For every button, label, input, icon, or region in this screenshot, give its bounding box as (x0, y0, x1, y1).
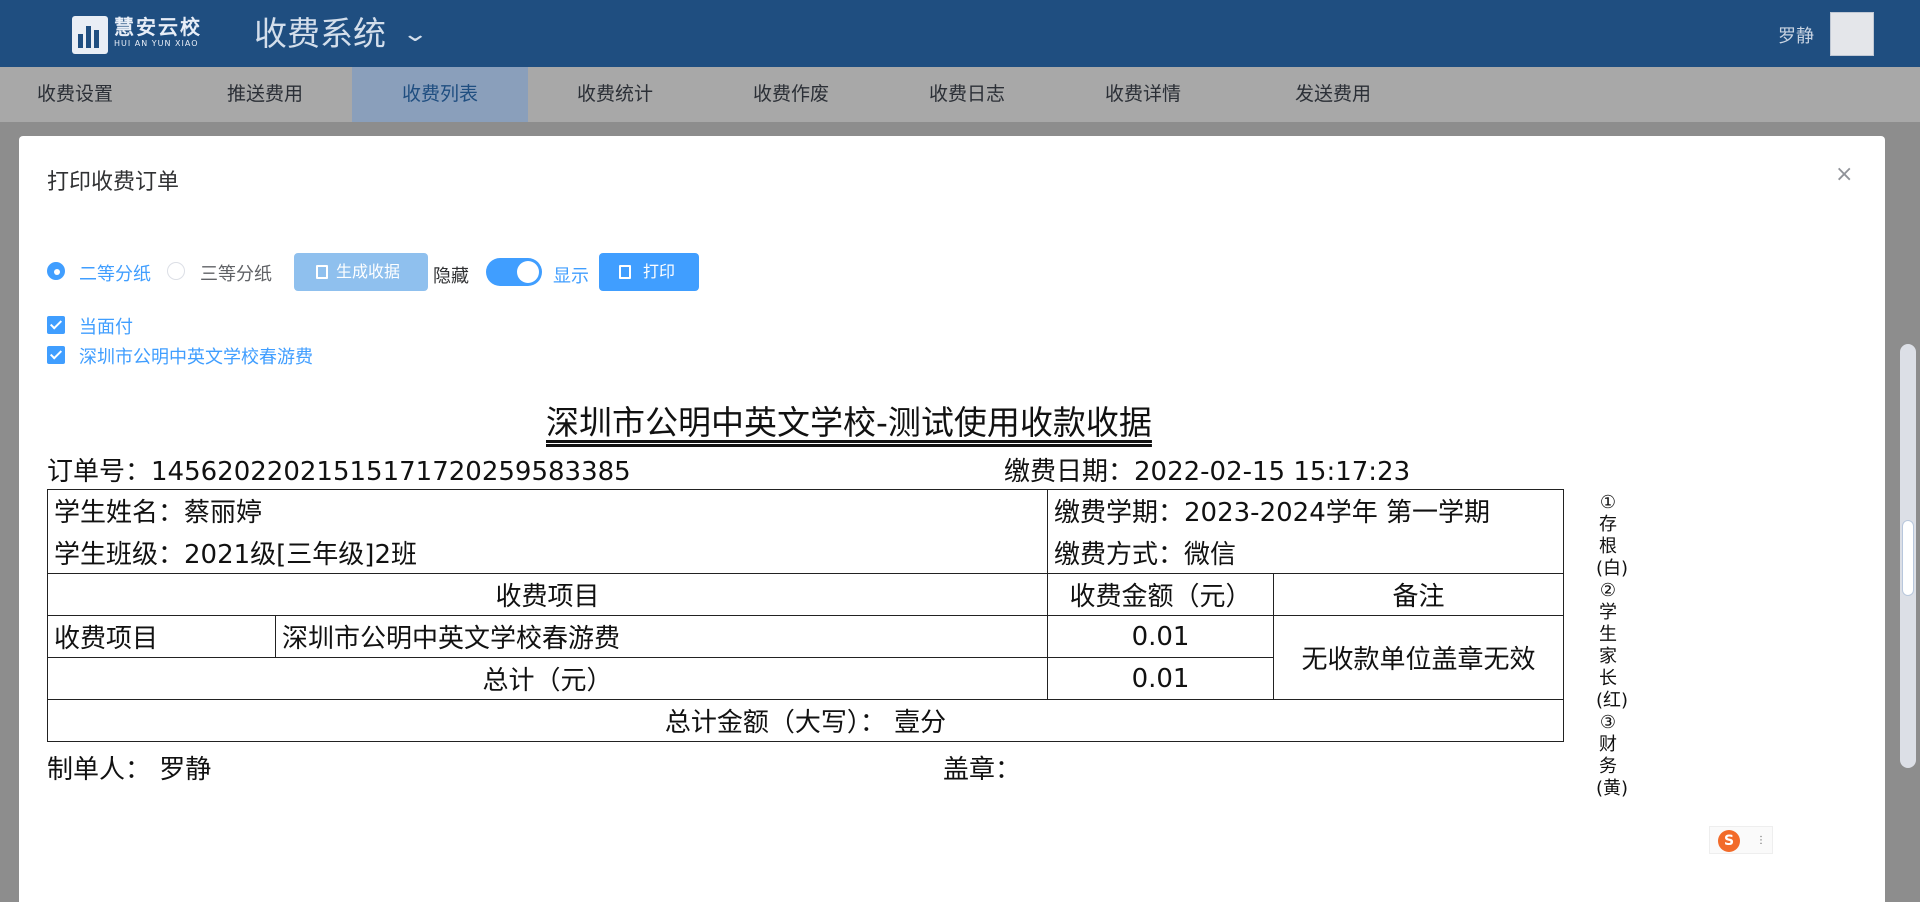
system-title[interactable]: 收费系统 (254, 14, 386, 54)
document-icon (316, 265, 328, 279)
header-fee-item: 收费项目 (46, 573, 1049, 616)
ime-toolbar[interactable]: S ⋮ (1709, 826, 1773, 854)
table-row: 学生姓名：蔡丽婷 缴费学期：2023-2024学年 第一学期 (46, 489, 1565, 532)
nav-item-send-fees[interactable]: 发送费用 (1258, 67, 1408, 122)
nav-item-fee-list[interactable]: 收费列表 (352, 67, 528, 122)
student-class: 学生班级：2021级[三年级]2班 (46, 531, 1049, 574)
logo-text: 慧安云校 HUI AN YUN XIAO (114, 15, 202, 49)
hide-label: 隐藏 (433, 266, 469, 287)
logo-icon (72, 16, 108, 54)
show-hide-toggle[interactable] (486, 258, 542, 286)
top-header: 慧安云校 HUI AN YUN XIAO 收费系统 ⌄ 罗静 (0, 0, 1920, 67)
logo-name: 慧安云校 (114, 15, 202, 39)
payment-date: 缴费日期：2022-02-15 15:17:23 (1004, 457, 1411, 487)
row-label: 收费项目 (47, 615, 276, 658)
scrollbar-thumb[interactable] (1902, 520, 1914, 596)
note-cell: 无收款单位盖章无效 (1273, 615, 1565, 700)
nav-item-fee-void[interactable]: 收费作废 (716, 67, 866, 122)
copies-note: ①存根(白)②学生家长(红)③财务(黄) (1596, 492, 1629, 799)
nav-item-fee-stats[interactable]: 收费统计 (540, 67, 690, 122)
row-fee-amount: 0.01 (1047, 615, 1275, 658)
avatar[interactable] (1830, 12, 1874, 56)
radio-three-split[interactable] (167, 262, 185, 280)
order-number: 订单号：14562022021515171720259583385 (47, 457, 631, 487)
nav-item-fee-log[interactable]: 收费日志 (892, 67, 1042, 122)
main-nav: 收费设置 推送费用 收费列表 收费统计 收费作废 收费日志 收费详情 发送费用 (0, 67, 1920, 122)
chevron-down-icon[interactable]: ⌄ (401, 22, 429, 47)
print-label: 打印 (643, 262, 676, 281)
table-row: 收费项目 收费金额（元） 备注 (46, 573, 1565, 616)
table-row: 总计金额（大写）： 壹分 (46, 699, 1565, 742)
printer-icon (619, 265, 631, 279)
receipt-stamp: 盖章： (943, 755, 1022, 785)
user-name[interactable]: 罗静 (1778, 22, 1814, 48)
radio-three-split-label[interactable]: 三等分纸 (200, 260, 272, 286)
nav-item-push-fees[interactable]: 推送费用 (190, 67, 340, 122)
row-fee-item: 深圳市公明中英文学校春游费 (274, 615, 1049, 658)
total-label: 总计（元） (46, 657, 1049, 700)
logo-name-en: HUI AN YUN XIAO (114, 39, 199, 48)
print-order-dialog: 打印收费订单 × 二等分纸 三等分纸 生成收据 隐藏 显示 打印 当面付 深圳市… (19, 136, 1885, 902)
checkbox-spring-trip-fee-label[interactable]: 深圳市公明中英文学校春游费 (79, 343, 313, 369)
receipt-title: 深圳市公明中英文学校-测试使用收款收据 (546, 403, 1152, 442)
nav-item-fee-detail[interactable]: 收费详情 (1068, 67, 1218, 122)
checkbox-pay-in-person-label[interactable]: 当面付 (79, 313, 133, 339)
dialog-title: 打印收费订单 (47, 170, 180, 195)
ime-logo-icon: S (1718, 830, 1740, 852)
table-row: 学生班级：2021级[三年级]2班 缴费方式：微信 (46, 531, 1565, 574)
total-amount: 0.01 (1047, 657, 1275, 700)
header-note: 备注 (1273, 573, 1565, 616)
toggle-knob (517, 261, 539, 283)
header-fee-amount: 收费金额（元） (1047, 573, 1275, 616)
nav-item-fee-settings[interactable]: 收费设置 (0, 67, 150, 122)
table-row: 收费项目 深圳市公明中英文学校春游费 0.01 无收款单位盖章无效 (47, 615, 1565, 700)
radio-two-split[interactable] (47, 262, 65, 280)
payment-term: 缴费学期：2023-2024学年 第一学期 (1047, 489, 1565, 532)
total-amount-upper: 总计金额（大写）： 壹分 (46, 699, 1565, 742)
checkbox-spring-trip-fee[interactable] (47, 346, 65, 364)
close-icon[interactable]: × (1835, 162, 1853, 187)
payment-method: 缴费方式：微信 (1047, 531, 1565, 574)
radio-two-split-label[interactable]: 二等分纸 (79, 260, 151, 286)
generate-receipt-label: 生成收据 (336, 262, 401, 281)
generate-receipt-button[interactable]: 生成收据 (294, 253, 428, 291)
student-name: 学生姓名：蔡丽婷 (46, 489, 1049, 532)
show-label: 显示 (553, 266, 589, 287)
checkbox-pay-in-person[interactable] (47, 316, 65, 334)
print-button[interactable]: 打印 (599, 253, 699, 291)
receipt-table: 学生姓名：蔡丽婷 缴费学期：2023-2024学年 第一学期 学生班级：2021… (46, 489, 1565, 742)
ime-menu-icon[interactable]: ⋮ (1756, 835, 1766, 846)
receipt-maker: 制单人： 罗静 (47, 755, 212, 785)
